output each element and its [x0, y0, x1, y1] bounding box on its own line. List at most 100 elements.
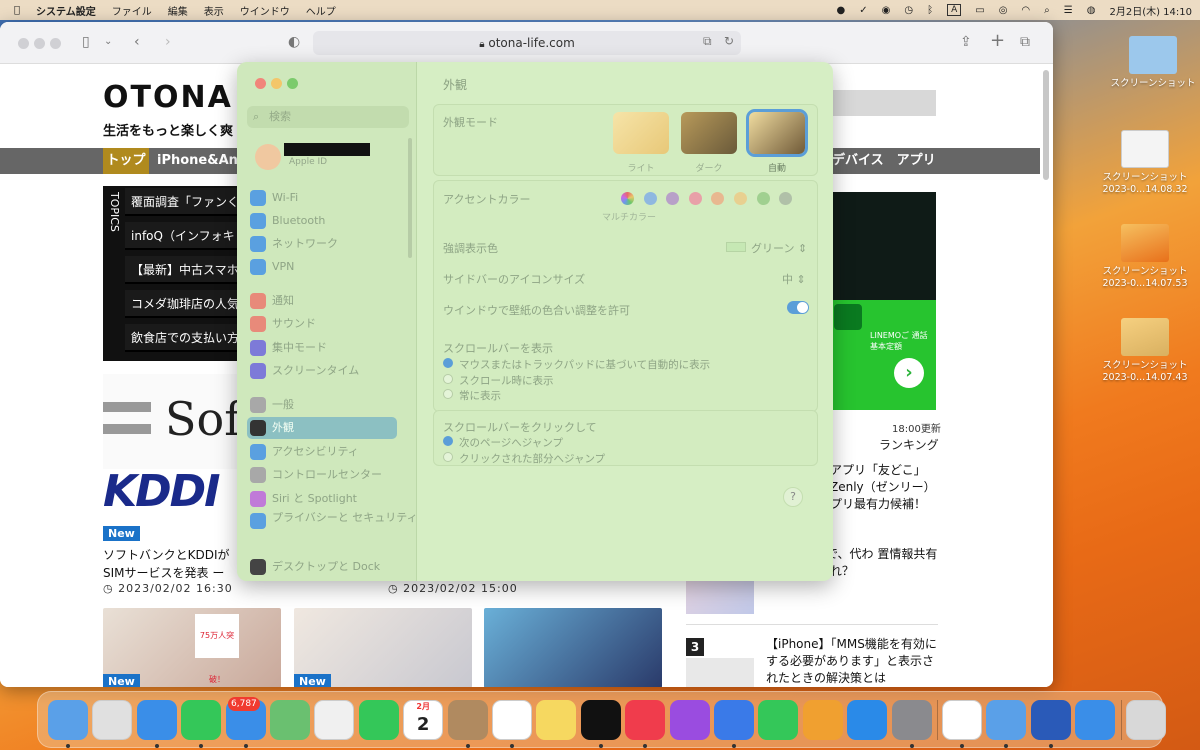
finder-icon[interactable] [48, 700, 88, 740]
desktop-screenshot[interactable]: スクリーンショット 2023-0...14.07.43 [1095, 318, 1195, 384]
search-field[interactable]: 検索 [247, 106, 409, 128]
sidebar-item[interactable]: コントロールセンター [247, 464, 397, 486]
preview-icon[interactable] [986, 700, 1027, 740]
page-scrollbar[interactable] [1043, 70, 1049, 180]
siri-status-icon[interactable]: ◍ [1087, 5, 1096, 16]
minimize-button[interactable] [271, 78, 282, 89]
advertisement[interactable]: LINEMOご 通話基本定額 › [830, 192, 936, 410]
back-icon[interactable]: ‹ [134, 34, 140, 50]
desktop-folder[interactable]: スクリーンショット [1103, 36, 1200, 90]
sidebar-toggle-icon[interactable]: ▯ [82, 34, 90, 50]
menu-app-name[interactable]: システム設定 [36, 3, 96, 18]
chevron-down-icon[interactable]: ⌄ [104, 36, 112, 47]
contacts-icon[interactable] [447, 700, 488, 740]
topic-item[interactable]: infoQ（インフォキ [125, 222, 243, 250]
bluetooth-status-icon[interactable]: ᛒ [927, 5, 933, 16]
accent-color-swatch[interactable] [643, 192, 657, 205]
accent-color-swatch[interactable] [734, 192, 747, 205]
sidebar-item[interactable]: 集中モード [247, 337, 397, 359]
address-bar[interactable]: 🔒︎ otona-life.com [313, 31, 741, 55]
ranking-item[interactable]: アプリ「友どこ」 Zenly（ゼンリー） プリ最有力候補！ [830, 462, 938, 513]
privacy-shield-icon[interactable]: ◐ [288, 34, 300, 50]
menu-edit[interactable]: 編集 [168, 3, 188, 18]
sidebar-item[interactable]: 外観 [247, 417, 397, 439]
menu-file[interactable]: ファイル [112, 3, 152, 18]
sidebar-item[interactable]: サウンド [247, 313, 397, 335]
sidebar-scrollbar[interactable] [408, 138, 412, 258]
wallpaper-tint-toggle[interactable] [787, 301, 809, 314]
reload-icon[interactable]: ↻ [724, 34, 734, 48]
ranking-item[interactable]: 【iPhone】「MMS機能を有効に する必要があります」と表示さ れたときの解… [766, 636, 938, 687]
sidebar-item[interactable]: プライバシーと セキュリティ [247, 510, 418, 540]
pages-icon[interactable] [802, 700, 843, 740]
maps-icon[interactable] [270, 700, 310, 740]
desktop-screenshot[interactable]: スクリーンショット 2023-0...14.07.53 [1095, 224, 1195, 290]
apple-id-label[interactable]: Apple ID [289, 157, 327, 167]
ranking-label[interactable]: ランキング [879, 436, 939, 453]
photos-icon[interactable] [314, 700, 355, 740]
checkmark-icon[interactable]: ✓ [859, 5, 867, 16]
sidebar-item[interactable]: デスクトップと Dock [247, 556, 397, 578]
user-icon[interactable]: ◎ [999, 5, 1008, 16]
apple-menu-icon[interactable]:  [14, 5, 20, 16]
sidebar-item[interactable]: ネットワーク [247, 233, 397, 255]
topic-item[interactable]: 飲食店での支払い方 [125, 324, 243, 352]
highlight-select[interactable]: グリーン ⇕ [751, 240, 807, 256]
minimize-button[interactable] [34, 38, 45, 49]
music-icon[interactable] [625, 700, 666, 740]
radio-scrollbar-auto[interactable] [443, 358, 453, 368]
radio-scrollbar-when-scrolling[interactable] [443, 374, 453, 384]
sidebar-icon-size-select[interactable]: 中 ⇕ [782, 271, 806, 287]
sidebar-item[interactable]: スクリーンタイム [247, 360, 397, 382]
topic-item[interactable]: 【最新】中古スマホ [125, 256, 243, 284]
topic-item[interactable]: 覆面調査「ファンく [125, 188, 243, 216]
chrome-icon[interactable] [942, 700, 982, 740]
keynote-icon[interactable] [714, 700, 754, 740]
sidebar-item[interactable]: Bluetooth [247, 210, 397, 232]
ad-arrow-icon[interactable]: › [894, 358, 924, 388]
help-button[interactable]: ? [783, 487, 803, 507]
zoom-button[interactable] [287, 78, 298, 89]
sidebar-item[interactable]: Siri と Spotlight [247, 488, 397, 510]
search-icon[interactable]: ⌕ [1044, 5, 1050, 16]
mode-dark[interactable] [681, 112, 737, 154]
menu-window[interactable]: ウインドウ [240, 3, 290, 18]
zoom-button[interactable] [50, 38, 61, 49]
nav-top-link[interactable]: トップ [103, 148, 149, 174]
safari-icon[interactable] [136, 700, 177, 740]
calendar-icon[interactable]: 2月 2 [403, 700, 444, 740]
radio-jump-clicked-spot[interactable] [443, 452, 453, 462]
article-title[interactable]: ソフトバンクとKDDIが SIMサービスを発表 ー [103, 546, 243, 582]
close-button[interactable] [255, 78, 266, 89]
reminders-icon[interactable] [492, 700, 532, 740]
mode-light[interactable] [613, 112, 669, 154]
accent-color-swatch[interactable] [688, 192, 702, 205]
facetime-icon[interactable] [358, 700, 399, 740]
tv-icon[interactable] [580, 700, 621, 740]
ranking-thumbnail[interactable] [686, 658, 754, 687]
nav-iphone-link[interactable]: iPhone&And [157, 148, 247, 174]
close-button[interactable] [18, 38, 29, 49]
trash-icon[interactable] [1125, 700, 1166, 740]
app-store-icon[interactable] [847, 700, 888, 740]
radio-jump-next-page[interactable] [443, 436, 453, 446]
sidebar-item[interactable]: VPN [247, 256, 397, 278]
sidebar-item[interactable]: 通知 [247, 290, 397, 312]
time-machine-icon[interactable]: ◷ [904, 5, 913, 16]
share-icon[interactable]: ⇪ [960, 34, 972, 50]
accent-color-swatch[interactable] [756, 192, 770, 205]
numbers-icon[interactable] [758, 700, 799, 740]
forward-icon[interactable]: › [165, 34, 171, 50]
softbank-banner[interactable]: Sof [103, 374, 243, 469]
messages-icon[interactable] [181, 700, 222, 740]
tab-overview-icon[interactable]: ⧉ [1020, 34, 1030, 50]
airdrop-icon[interactable]: ◉ [882, 5, 891, 16]
launchpad-icon[interactable] [92, 700, 133, 740]
avatar[interactable] [255, 144, 281, 170]
new-tab-icon[interactable]: + [990, 30, 1005, 51]
system-settings-icon[interactable] [891, 700, 932, 740]
sidebar-item[interactable]: アクセシビリティ [247, 441, 397, 463]
article-thumbnail[interactable] [484, 608, 662, 687]
mode-auto[interactable] [746, 109, 808, 157]
kddi-logo[interactable]: KDDI [103, 466, 243, 517]
